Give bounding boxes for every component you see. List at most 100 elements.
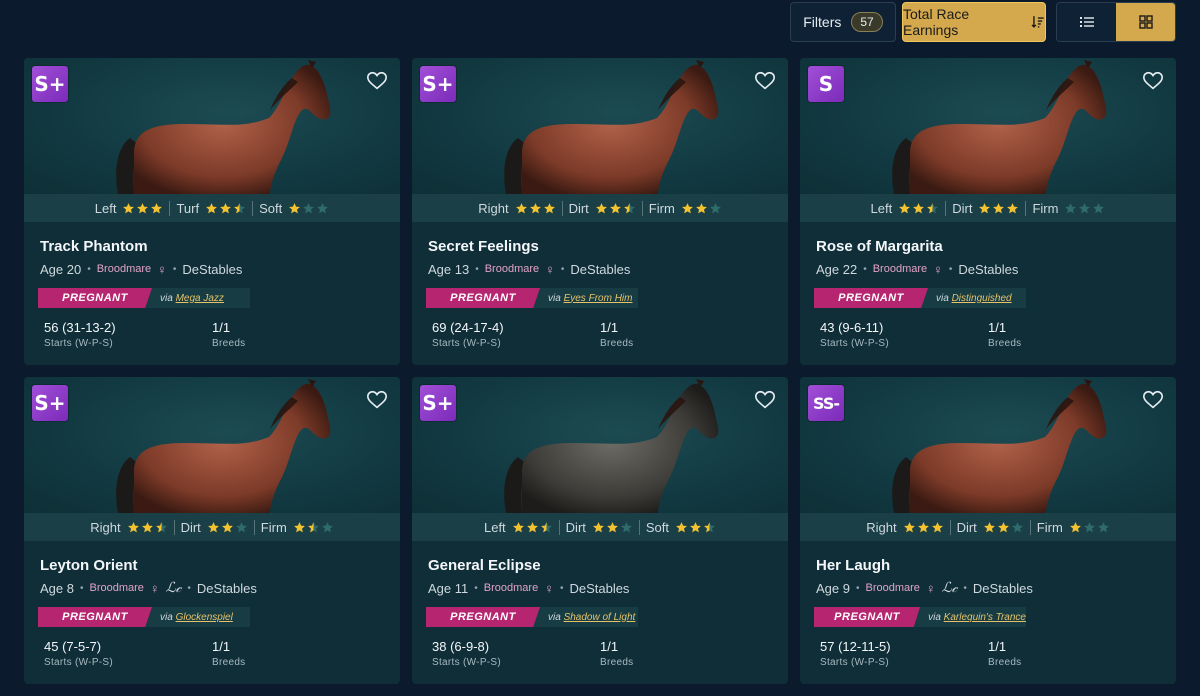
via-label: via [160, 611, 173, 623]
favorite-heart-icon[interactable] [1142, 389, 1164, 411]
starts-column: 57 (12-11-5) Starts (W-P-S) [820, 639, 988, 668]
list-view-button[interactable] [1057, 3, 1116, 41]
horse-image-area: S+ [24, 58, 400, 194]
separator-dot: • [560, 263, 565, 275]
sort-button[interactable]: Total Race Earnings [902, 2, 1046, 42]
surface-stat: Right [472, 201, 561, 216]
star-empty-icon [1065, 202, 1077, 213]
star-rating [1064, 202, 1105, 215]
horse-card[interactable]: S+ Left Turf Soft Track Phantom Age 20 • Bro… [24, 58, 400, 365]
horse-name: Secret Feelings [428, 238, 539, 255]
sort-descending-icon [1031, 16, 1045, 28]
star-rating [512, 521, 553, 534]
breeds-value: 1/1 [988, 639, 1007, 654]
pregnant-tag: PREGNANT [38, 607, 152, 627]
separator-dot: • [559, 582, 564, 594]
via-label: via [928, 611, 941, 623]
surface-stat-label: Right [866, 519, 897, 535]
star-filled-icon [526, 521, 538, 532]
status-strip: PREGNANT via Glockenspiel [38, 607, 250, 627]
star-rating [681, 202, 722, 215]
breeds-label: Breeds [212, 338, 246, 349]
horse-card[interactable]: S Left Dirt Firm Rose of Margarita Age 22 •… [800, 58, 1176, 365]
star-filled-icon [220, 202, 232, 213]
horse-name: Track Phantom [40, 238, 148, 255]
star-half-icon [704, 521, 715, 532]
female-icon: ♀ [933, 261, 943, 277]
favorite-heart-icon[interactable] [366, 70, 388, 92]
status-strip: PREGNANT via Karlequin's Trance [814, 607, 1026, 627]
female-icon: ♀ [925, 580, 936, 596]
surface-stat: Soft [638, 519, 722, 535]
filters-button[interactable]: Filters 57 [790, 2, 896, 42]
card-body: Track Phantom Age 20 • Broodmare ♀ • DeStable… [24, 222, 400, 349]
favorite-heart-icon[interactable] [1142, 70, 1164, 92]
breeds-value: 1/1 [212, 320, 231, 335]
horse-image [504, 379, 719, 513]
horse-card[interactable]: S+ Left Dirt Soft General Eclipse Age 11 • B… [412, 377, 788, 684]
favorite-heart-icon[interactable] [754, 389, 776, 411]
horse-image [504, 60, 719, 194]
starts-column: 69 (24-17-4) Starts (W-P-S) [432, 320, 600, 349]
horse-card[interactable]: S+ Right Dirt Firm Leyton Orient Age 8 • Bro… [24, 377, 400, 684]
breeds-column: 1/1 Breeds [212, 320, 380, 349]
star-filled-icon [151, 202, 163, 213]
sire-link[interactable]: Distinguished [952, 293, 1012, 304]
sire-link[interactable]: Glockenspiel [176, 612, 233, 623]
separator-dot: • [963, 582, 967, 594]
surface-stat-label: Dirt [952, 200, 973, 216]
star-filled-icon [293, 521, 305, 532]
horse-meta: Age 11 • Broodmare ♀ • DeStables [428, 578, 772, 598]
surface-stat: Firm [1025, 200, 1111, 216]
horse-image [116, 60, 331, 194]
surface-stats-bar: Left Dirt Firm [800, 194, 1176, 222]
star-filled-icon [606, 521, 618, 532]
grid-view-button[interactable] [1116, 3, 1175, 41]
star-half-icon [927, 202, 939, 213]
breeds-label: Breeds [988, 657, 1022, 668]
stable-name: DeStables [972, 580, 1033, 596]
horse-age: Age 22 [816, 261, 858, 277]
sire-link[interactable]: Karlequin's Trance [944, 612, 1026, 623]
sire-link[interactable]: Eyes From Him [564, 293, 633, 304]
breeds-label: Breeds [600, 657, 634, 668]
sire-link[interactable]: Mega Jazz [176, 293, 224, 304]
star-half-icon [307, 521, 319, 532]
starts-record: 69 (24-17-4) [432, 320, 504, 335]
surface-stat: Left [865, 201, 946, 216]
pregnant-tag: PREGNANT [426, 607, 540, 627]
record-row: 43 (9-6-11) Starts (W-P-S) 1/1 Breeds [816, 320, 1160, 349]
pregnant-tag: PREGNANT [38, 288, 152, 308]
surface-stats-bar: Right Dirt Firm [800, 513, 1176, 541]
via-sire: via Eyes From Him [548, 293, 632, 304]
horse-name: General Eclipse [428, 557, 541, 574]
favorite-heart-icon[interactable] [754, 70, 776, 92]
sire-link[interactable]: Shadow of Light [564, 612, 636, 623]
star-half-icon [540, 521, 552, 532]
horse-image [892, 379, 1107, 513]
favorite-heart-icon[interactable] [366, 389, 388, 411]
sort-label: Total Race Earnings [903, 6, 970, 38]
female-icon: ♀ [544, 580, 554, 596]
star-rating [207, 521, 248, 534]
horse-role: Broodmare [483, 582, 539, 594]
horse-card[interactable]: S+ Right Dirt Firm Secret Feelings Age 13 •… [412, 58, 788, 365]
star-filled-icon [595, 202, 607, 213]
horse-meta: Age 9 • Broodmare ♀ ℒ𝒸 • DeStables [816, 578, 1160, 598]
surface-stat-label: Dirt [180, 519, 201, 535]
star-rating [1069, 521, 1110, 534]
surface-stat: Right [84, 520, 173, 535]
star-filled-icon [137, 202, 149, 213]
star-empty-icon [620, 521, 632, 532]
surface-stat-label: Soft [645, 519, 670, 535]
breeds-column: 1/1 Breeds [600, 639, 768, 668]
star-filled-icon [993, 202, 1005, 213]
status-row: PREGNANT via Mega Jazz [38, 288, 384, 308]
horse-meta: Age 13 • Broodmare ♀ • DeStables [428, 259, 772, 279]
separator-dot: • [855, 582, 860, 594]
record-row: 56 (31-13-2) Starts (W-P-S) 1/1 Breeds [40, 320, 384, 349]
star-filled-icon [1007, 202, 1019, 213]
horse-image-area: S+ [24, 377, 400, 513]
stable-name: DeStables [570, 261, 631, 277]
horse-card[interactable]: SS- Right Dirt Firm Her Laugh Age 9 • Broodm… [800, 377, 1176, 684]
